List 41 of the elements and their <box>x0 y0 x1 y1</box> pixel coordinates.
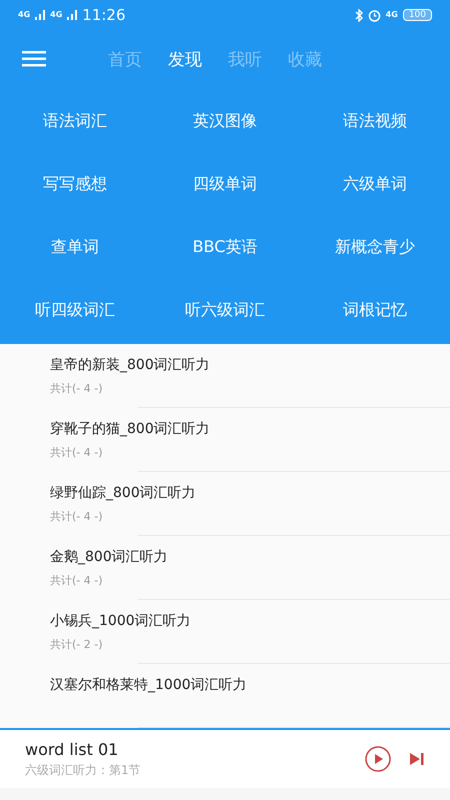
track-subtitle: 六级词汇听力：第1节 <box>25 762 141 778</box>
list-item-title[interactable]: 皇帝的新装_800词汇听力 <box>50 356 210 374</box>
category-button[interactable]: 词根记忆 <box>300 279 450 342</box>
clock-time: 11:26 <box>82 6 126 24</box>
signal-icon <box>35 10 46 20</box>
item-count: 共计(- 2 -) <box>50 637 103 652</box>
network-label: 4G <box>18 11 30 19</box>
category-button[interactable]: 语法词汇 <box>0 90 150 153</box>
category-button[interactable]: 听六级词汇 <box>150 279 300 342</box>
category-button[interactable]: 语法视频 <box>300 90 450 153</box>
menu-icon[interactable] <box>22 51 46 67</box>
nav-tab[interactable]: 我听 <box>216 44 274 74</box>
nav-tab[interactable]: 发现 <box>156 44 214 74</box>
category-button[interactable]: 六级单词 <box>300 153 450 216</box>
category-button[interactable]: 查单词 <box>0 216 150 279</box>
next-icon[interactable] <box>409 751 425 767</box>
alarm-icon <box>368 8 381 22</box>
category-button[interactable]: 四级单词 <box>150 153 300 216</box>
category-button[interactable]: 听四级词汇 <box>0 279 150 342</box>
item-count: 共计(- 4 -) <box>50 445 103 460</box>
list-item-title[interactable]: 汉塞尔和格莱特_1000词汇听力 <box>50 676 247 694</box>
track-title: word list 01 <box>25 740 118 758</box>
play-icon[interactable] <box>365 746 391 772</box>
bluetooth-icon <box>354 8 363 22</box>
nav-tab[interactable]: 首页 <box>96 44 154 74</box>
list-item-title[interactable]: 小锡兵_1000词汇听力 <box>50 612 191 630</box>
network-label: 4G <box>50 11 62 19</box>
item-count: 共计(- 4 -) <box>50 573 103 588</box>
item-count: 共计(- 4 -) <box>50 509 103 524</box>
battery-indicator: 100 <box>402 9 432 21</box>
list-item-title[interactable]: 金鹅_800词汇听力 <box>50 548 168 566</box>
signal-icon <box>67 10 78 20</box>
nav-tab[interactable]: 收藏 <box>276 44 334 74</box>
category-button[interactable]: 新概念青少 <box>300 216 450 279</box>
list-item-title[interactable]: 穿靴子的猫_800词汇听力 <box>50 420 210 438</box>
category-button[interactable]: 写写感想 <box>0 153 150 216</box>
category-button[interactable]: 英汉图像 <box>150 90 300 153</box>
network-label: 4G <box>386 11 398 19</box>
item-count: 共计(- 4 -) <box>50 381 103 396</box>
category-button[interactable]: BBC英语 <box>150 216 300 279</box>
list-item-title[interactable]: 绿野仙踪_800词汇听力 <box>50 484 196 502</box>
